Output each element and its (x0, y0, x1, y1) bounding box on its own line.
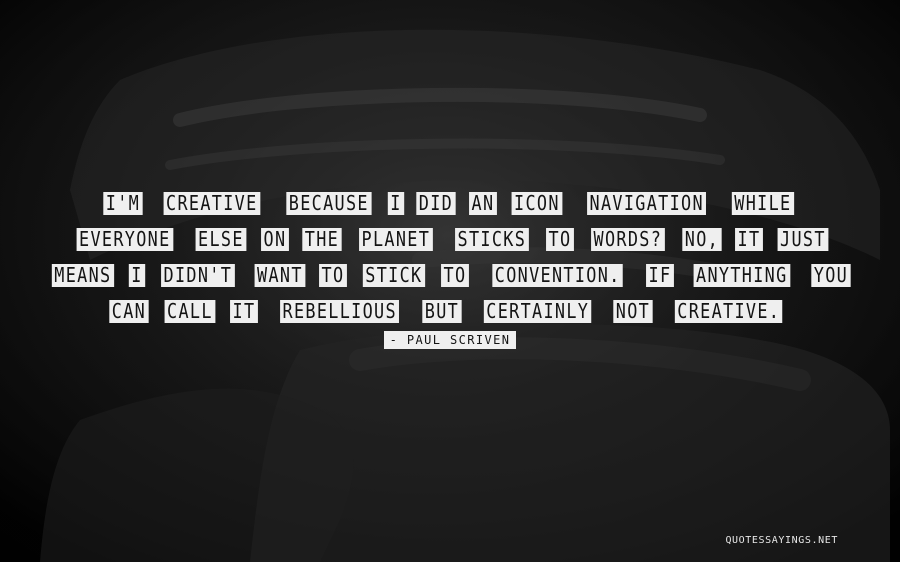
quote-line: MEANS I DIDN'T WANT TO STICK TO CONVENTION. IF AN… (0, 257, 900, 293)
quote-word: ANYTHING (693, 264, 791, 287)
quote-word: I'M (103, 192, 143, 215)
quote-word: CONVENTION. (492, 264, 624, 287)
author-row: - PAUL SCRIVEN (0, 331, 900, 349)
quote-word: EVERYONE (76, 228, 174, 251)
quote-word: TO (545, 228, 574, 251)
quote-card: I'M CREATIVE BECAUSE I DID AN ICON NAVIGATION WH… (0, 0, 900, 562)
quote-word: NAVIGATION (586, 192, 706, 215)
quote-word: STICKS (455, 228, 529, 251)
quote-word: ON (260, 228, 289, 251)
quote-author: - PAUL SCRIVEN (383, 331, 517, 349)
quote-word: CREATIVE. (675, 300, 783, 323)
quote-word: WHILE (731, 192, 794, 215)
quote-word: WORDS? (590, 228, 665, 251)
site-watermark: QUOTESSAYINGS.NET (725, 535, 838, 546)
quote-word: AN (469, 192, 497, 215)
quote-word: REBELLIOUS (279, 300, 400, 323)
quote-word: ICON (511, 192, 563, 215)
quote-word: IT (229, 300, 258, 323)
quote-word: DID (416, 192, 456, 215)
quote-word: CALL (164, 300, 216, 323)
quote-word: THE (301, 228, 342, 251)
quote-word: CREATIVE (163, 192, 260, 215)
quote-word: MEANS (52, 264, 115, 287)
quote-word: NO, (682, 228, 722, 251)
quote-word: STICK (363, 264, 426, 287)
quote-word: BECAUSE (285, 192, 371, 215)
quote-word: WANT (254, 264, 305, 287)
quote-word: CAN (109, 300, 149, 323)
quote-word: BUT (422, 300, 462, 323)
quote-word: IT (735, 228, 763, 251)
quote-word: TO (319, 264, 348, 287)
quote-word: JUST (777, 228, 829, 251)
quote-word: ELSE (195, 228, 247, 251)
quote-word: I (387, 192, 405, 215)
quote-word: I (128, 264, 146, 287)
quote-word: TO (441, 264, 469, 287)
quote-word: IF (646, 264, 675, 287)
quote-text: I'M CREATIVE BECAUSE I DID AN ICON NAVIGATION WH… (0, 185, 900, 329)
quote-line: I'M CREATIVE BECAUSE I DID AN ICON NAVIGATION WH… (0, 185, 900, 221)
quote-word: CERTAINLY (483, 300, 592, 323)
quote-word: YOU (811, 264, 851, 287)
quote-line: EVERYONE ELSE ON THE PLANET STICKS TO WORDS? NO,… (0, 221, 900, 257)
quote-word: NOT (613, 300, 653, 323)
quote-word: DIDN'T (161, 264, 235, 287)
quote-word: PLANET (359, 228, 433, 251)
quote-line: CAN CALL IT REBELLIOUS BUT CERTAINLY NOT CREATI… (0, 293, 900, 329)
